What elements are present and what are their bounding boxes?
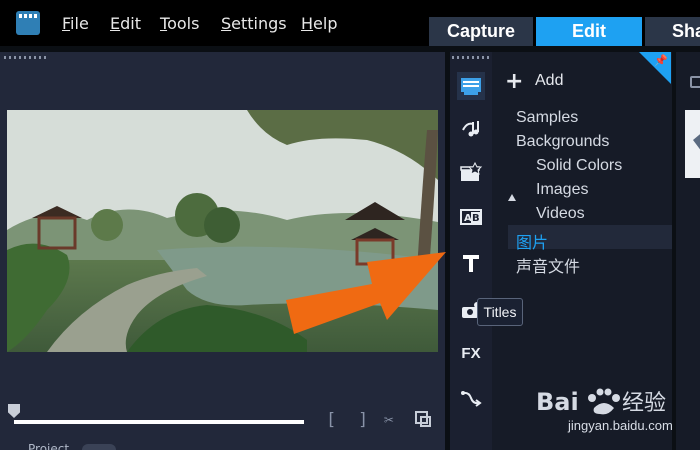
- menu-help-label: elp: [313, 14, 338, 33]
- sidebar-grip-icon[interactable]: [452, 56, 490, 59]
- menu-help-mnemonic: H: [301, 14, 314, 33]
- expand-arrow-icon[interactable]: [508, 194, 516, 201]
- media-icon[interactable]: [457, 72, 485, 100]
- menu-file-mnemonic: F: [62, 14, 71, 33]
- preview-panel: [ ] ✂ Project: [0, 52, 445, 450]
- menu-edit-label: dit: [120, 14, 141, 33]
- menu-edit[interactable]: Edit: [110, 14, 141, 33]
- menu-bar: File Edit Tools Settings Help Capture Ed…: [0, 0, 700, 46]
- menu-tools[interactable]: Tools: [160, 14, 199, 33]
- project-toggle[interactable]: [82, 444, 116, 450]
- menu-help[interactable]: Help: [301, 14, 337, 33]
- tree-item-images[interactable]: Images: [536, 181, 588, 199]
- scrubber-thumb[interactable]: [8, 404, 20, 418]
- folder-view-icon[interactable]: [690, 76, 700, 88]
- svg-text:Bai: Bai: [536, 388, 579, 416]
- tree-item-solid-colors[interactable]: Solid Colors: [536, 157, 622, 175]
- tree-item-videos[interactable]: Videos: [536, 205, 585, 223]
- preview-image: [7, 110, 438, 352]
- panel-grip-icon[interactable]: [4, 56, 48, 59]
- pin-icon[interactable]: 📌: [654, 54, 668, 67]
- split-scissors-icon[interactable]: ✂: [384, 410, 394, 429]
- instant-project-icon[interactable]: [457, 159, 485, 187]
- tree-item-pictures[interactable]: 图片: [516, 229, 548, 253]
- baidu-watermark-logo: Bai 经验: [536, 380, 666, 420]
- menu-settings-mnemonic: S: [221, 14, 232, 33]
- menu-tools-mnemonic: T: [160, 14, 168, 33]
- menu-settings-label: ettings: [231, 14, 287, 33]
- mark-out-icon[interactable]: ]: [358, 410, 368, 430]
- menu-file[interactable]: File: [62, 14, 89, 33]
- mark-in-icon[interactable]: [: [326, 410, 336, 430]
- app-logo-icon[interactable]: [16, 11, 40, 35]
- watermark-url: jingyan.baidu.com: [568, 418, 673, 433]
- library-icon-sidebar: AB FX: [450, 52, 492, 450]
- tab-capture[interactable]: Capture: [429, 17, 533, 46]
- menu-tools-label: ools: [167, 14, 200, 33]
- fx-icon[interactable]: FX: [457, 339, 485, 367]
- tree-item-samples[interactable]: Samples: [516, 109, 578, 127]
- menu-file-label: ile: [70, 14, 89, 33]
- titles-tooltip: Titles: [477, 298, 523, 326]
- motion-path-icon[interactable]: [457, 384, 485, 412]
- enlarge-preview-icon[interactable]: [414, 410, 432, 433]
- add-folder-button[interactable]: + Add: [492, 66, 672, 100]
- tree-item-sound-files[interactable]: 声音文件: [516, 253, 580, 277]
- svg-text:B: B: [472, 213, 480, 224]
- svg-text:经验: 经验: [622, 391, 666, 416]
- media-thumbnail[interactable]: [685, 110, 700, 178]
- menu-settings[interactable]: Settings: [221, 14, 287, 33]
- tab-share[interactable]: Sha: [645, 17, 700, 46]
- audio-icon[interactable]: [457, 114, 485, 142]
- tree-item-backgrounds[interactable]: Backgrounds: [516, 133, 609, 151]
- plus-icon: +: [505, 69, 524, 94]
- scrubber-track[interactable]: [14, 420, 304, 424]
- tab-edit[interactable]: Edit: [536, 17, 642, 46]
- transition-icon[interactable]: AB: [457, 203, 485, 231]
- menu-edit-mnemonic: E: [110, 14, 121, 33]
- add-label: Add: [535, 72, 564, 89]
- landscape-scene: [7, 110, 438, 352]
- project-label: Project: [28, 442, 70, 450]
- svg-text:A: A: [464, 213, 472, 224]
- titles-icon[interactable]: [457, 249, 485, 277]
